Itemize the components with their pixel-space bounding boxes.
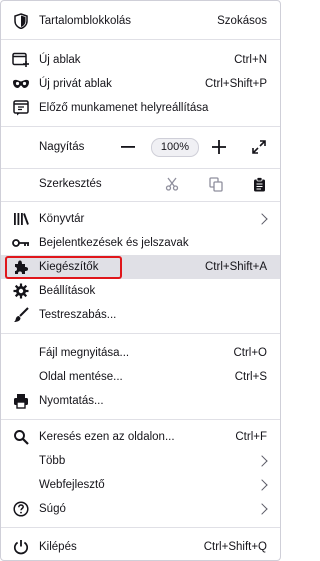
save-page-label: Oldal mentése... [39, 371, 123, 383]
print-label: Nyomtatás... [39, 395, 104, 407]
search-icon [12, 428, 30, 446]
annotation-highlight-box [5, 256, 122, 279]
separator [1, 126, 280, 127]
zoom-label: Nagyítás [39, 141, 85, 153]
new-window-shortcut: Ctrl+N [234, 54, 267, 66]
zoom-row: Nagyítás 100% [1, 134, 280, 160]
addons-shortcut: Ctrl+Shift+A [205, 261, 267, 273]
power-icon [12, 538, 30, 556]
help-item[interactable]: Súgó [1, 497, 280, 521]
paste-icon[interactable] [249, 174, 269, 194]
copy-icon[interactable] [206, 174, 226, 194]
library-item[interactable]: Könyvtár [1, 207, 280, 231]
private-window-label: Új privát ablak [39, 78, 112, 90]
more-tools-item[interactable]: Több [1, 449, 280, 473]
help-icon [12, 500, 30, 518]
find-shortcut: Ctrl+F [235, 431, 267, 443]
chevron-right-icon [256, 479, 268, 491]
separator [1, 39, 280, 40]
separator [1, 419, 280, 420]
restore-session-label: Előző munkamenet helyreállítása [39, 102, 209, 114]
new-window-icon [12, 51, 30, 69]
content-blocking-item[interactable]: Tartalomblokkolás Szokásos [1, 9, 280, 33]
open-file-item[interactable]: Fájl megnyitása... Ctrl+O [1, 341, 280, 365]
exit-label: Kilépés [39, 541, 77, 553]
content-blocking-value: Szokásos [217, 15, 267, 27]
library-label: Könyvtár [39, 213, 85, 225]
save-page-shortcut: Ctrl+S [234, 371, 267, 383]
separator [1, 333, 280, 334]
separator [1, 168, 280, 169]
edit-label: Szerkesztés [39, 178, 102, 190]
settings-item[interactable]: Beállítások [1, 279, 280, 303]
open-file-label: Fájl megnyitása... [39, 347, 130, 359]
paintbrush-icon [12, 306, 30, 324]
zoom-in-button[interactable] [209, 137, 229, 157]
fullscreen-icon[interactable] [249, 137, 269, 157]
chevron-right-icon [256, 455, 268, 467]
settings-label: Beállítások [39, 285, 96, 297]
zoom-out-button[interactable] [119, 138, 137, 156]
library-icon [12, 210, 30, 228]
logins-label: Bejelentkezések és jelszavak [39, 237, 189, 249]
cut-icon[interactable] [162, 174, 182, 194]
customize-item[interactable]: Testreszabás... [1, 303, 280, 327]
webdev-label: Webfejlesztő [39, 479, 105, 491]
save-page-item[interactable]: Oldal mentése... Ctrl+S [1, 365, 280, 389]
exit-shortcut: Ctrl+Shift+Q [203, 541, 267, 553]
chevron-right-icon [256, 503, 268, 515]
more-label: Több [39, 455, 66, 467]
web-developer-item[interactable]: Webfejlesztő [1, 473, 280, 497]
shield-icon [12, 12, 30, 30]
restore-session-icon [12, 99, 30, 117]
private-mask-icon [12, 75, 30, 93]
new-window-label: Új ablak [39, 54, 81, 66]
separator [1, 527, 280, 528]
private-window-item[interactable]: Új privát ablak Ctrl+Shift+P [1, 72, 280, 96]
exit-item[interactable]: Kilépés Ctrl+Shift+Q [1, 535, 280, 559]
zoom-reset-button[interactable]: 100% [151, 137, 199, 157]
private-window-shortcut: Ctrl+Shift+P [205, 78, 267, 90]
gear-icon [12, 282, 30, 300]
new-window-item[interactable]: Új ablak Ctrl+N [1, 48, 280, 72]
find-label: Keresés ezen az oldalon... [39, 431, 175, 443]
key-icon [12, 234, 30, 252]
content-blocking-label: Tartalomblokkolás [39, 15, 132, 27]
restore-session-item[interactable]: Előző munkamenet helyreállítása [1, 96, 280, 120]
find-in-page-item[interactable]: Keresés ezen az oldalon... Ctrl+F [1, 425, 280, 449]
logins-item[interactable]: Bejelentkezések és jelszavak [1, 231, 280, 255]
help-label: Súgó [39, 503, 66, 515]
printer-icon [12, 392, 30, 410]
print-item[interactable]: Nyomtatás... [1, 389, 280, 413]
customize-label: Testreszabás... [39, 309, 117, 321]
chevron-right-icon [256, 213, 268, 225]
open-file-shortcut: Ctrl+O [233, 347, 267, 359]
edit-row: Szerkesztés [1, 171, 280, 197]
separator [1, 201, 280, 202]
app-menu: Tartalomblokkolás Szokásos Új ablak Ctrl… [0, 0, 281, 561]
